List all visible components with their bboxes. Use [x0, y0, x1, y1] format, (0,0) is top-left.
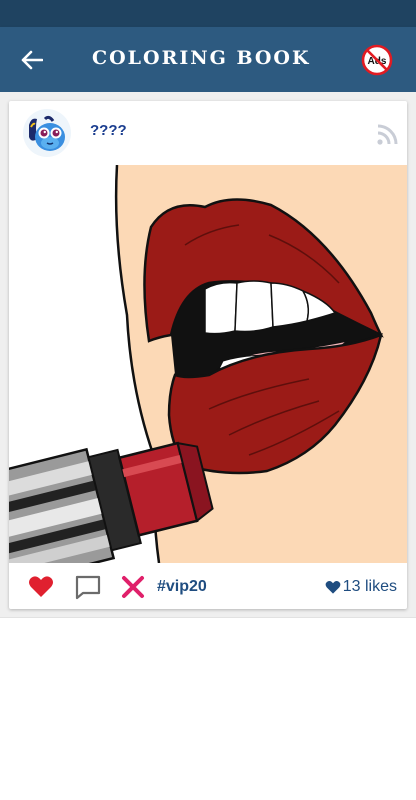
comment-button[interactable] [73, 573, 103, 601]
fish-avatar-icon [23, 109, 71, 157]
no-ads-button[interactable]: Ads [361, 44, 393, 76]
hashtag-link[interactable]: #vip20 [157, 578, 207, 596]
post-card: ???? #vip20 13 likes [9, 101, 407, 609]
likes-count[interactable]: 13 likes [325, 578, 397, 596]
close-icon [122, 576, 144, 598]
heart-icon [29, 576, 53, 597]
back-button[interactable] [14, 43, 50, 77]
likes-text: 13 likes [342, 578, 397, 595]
lips-lipstick-illustration [9, 165, 407, 563]
artwork-image[interactable] [9, 165, 407, 563]
remove-button[interactable] [118, 573, 148, 601]
app-bar: COLORING BOOK Ads [0, 27, 416, 92]
post-header: ???? [9, 101, 407, 165]
no-ads-icon: Ads [361, 44, 393, 76]
app-title: COLORING BOOK [92, 47, 311, 69]
feed-divider [0, 617, 416, 618]
author-avatar[interactable] [23, 109, 71, 157]
status-bar [0, 0, 416, 27]
rss-icon[interactable] [376, 122, 400, 146]
post-actions: #vip20 13 likes [9, 563, 407, 609]
arrow-left-icon [21, 50, 43, 70]
like-button[interactable] [26, 573, 56, 601]
comment-icon [75, 575, 101, 600]
small-heart-icon [325, 580, 341, 594]
author-name[interactable]: ???? [90, 122, 127, 139]
